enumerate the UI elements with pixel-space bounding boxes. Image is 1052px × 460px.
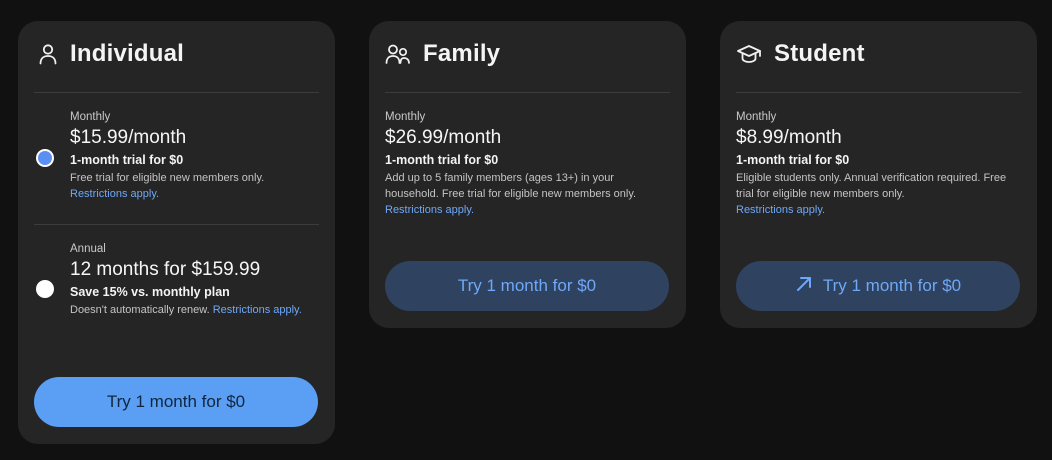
savings-label: Save 15% vs. monthly plan [70, 285, 230, 299]
group-icon [385, 43, 411, 65]
individual-try-button[interactable]: Try 1 month for $0 [34, 377, 318, 427]
student-plan-card: Student Monthly $8.99/month 1-month tria… [720, 21, 1037, 328]
family-try-button[interactable]: Try 1 month for $0 [385, 261, 669, 311]
description-text: Add up to 5 family members (ages 13+) in… [385, 172, 637, 200]
student-title: Student [774, 40, 865, 67]
button-label: Try 1 month for $0 [106, 392, 246, 411]
family-title: Family [423, 40, 501, 67]
individual-header: Individual [38, 39, 184, 69]
price-label: 12 months for $159.99 [70, 259, 261, 280]
trial-label: 1-month trial for $0 [70, 153, 184, 167]
divider [34, 224, 319, 225]
plan-description: Eligible students only. Annual verificat… [736, 170, 1017, 218]
monthly-radio[interactable] [36, 149, 54, 167]
arrow-up-right-icon [795, 275, 813, 298]
description-text: Free trial for eligible new members only… [70, 172, 265, 184]
restrictions-link[interactable]: Restrictions apply. [385, 204, 474, 216]
individual-plan-card: Individual Monthly $15.99/month 1-month … [18, 21, 335, 444]
divider [34, 92, 319, 93]
period-label: Annual [70, 243, 106, 255]
restrictions-link[interactable]: Restrictions apply. [70, 188, 159, 200]
period-label: Monthly [385, 111, 426, 123]
family-plan-card: Family Monthly $26.99/month 1-month tria… [369, 21, 686, 328]
description-text: Eligible students only. Annual verificat… [736, 172, 1007, 200]
description-text: Doesn't automatically renew. [70, 304, 210, 316]
annual-radio[interactable] [36, 280, 54, 298]
plan-description: Add up to 5 family members (ages 13+) in… [385, 170, 666, 218]
period-label: Monthly [70, 111, 111, 123]
plan-description: Free trial for eligible new members only… [70, 170, 315, 202]
trial-label: 1-month trial for $0 [736, 153, 850, 167]
restrictions-link[interactable]: Restrictions apply. [213, 304, 302, 316]
price-label: $15.99/month [70, 127, 187, 148]
family-header: Family [385, 39, 500, 69]
student-header: Student [736, 39, 865, 69]
family-monthly-option: Monthly $26.99/month 1-month trial for $… [385, 111, 666, 218]
period-label: Monthly [736, 111, 777, 123]
individual-annual-option[interactable]: Annual 12 months for $159.99 Save 15% vs… [70, 243, 315, 318]
plan-description: Doesn't automatically renew. Restriction… [70, 302, 315, 318]
student-monthly-option: Monthly $8.99/month 1-month trial for $0… [736, 111, 1017, 218]
restrictions-link[interactable]: Restrictions apply. [736, 204, 825, 216]
button-label: Try 1 month for $0 [822, 276, 962, 295]
price-label: $26.99/month [385, 127, 502, 148]
price-label: $8.99/month [736, 127, 842, 148]
button-label: Try 1 month for $0 [457, 276, 597, 295]
individual-title: Individual [70, 40, 185, 67]
person-icon [38, 43, 58, 65]
divider [385, 92, 670, 93]
student-try-button[interactable]: Try 1 month for $0 [736, 261, 1020, 311]
individual-monthly-option[interactable]: Monthly $15.99/month 1-month trial for $… [70, 111, 315, 202]
trial-label: 1-month trial for $0 [385, 153, 499, 167]
graduation-cap-icon [736, 43, 762, 65]
divider [736, 92, 1021, 93]
